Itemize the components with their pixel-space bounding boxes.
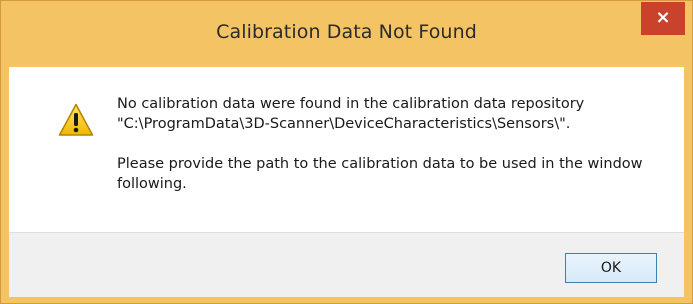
close-button[interactable]: × [641,2,685,35]
close-icon: × [655,7,671,28]
repository-path: "C:\ProgramData\3D-Scanner\DeviceCharact… [117,116,571,132]
dialog-window: Calibration Data Not Found × No calibrat… [0,0,693,304]
message-paragraph-2: Please provide the path to the calibrati… [117,156,643,192]
ok-button[interactable]: OK [565,253,657,283]
message-text: No calibration data were found in the ca… [117,94,662,194]
dialog-content: No calibration data were found in the ca… [9,67,684,297]
title-bar[interactable]: Calibration Data Not Found × [1,1,692,67]
warning-icon [58,103,94,136]
window-title: Calibration Data Not Found [216,21,477,43]
message-line-1: No calibration data were found in the ca… [117,96,585,112]
